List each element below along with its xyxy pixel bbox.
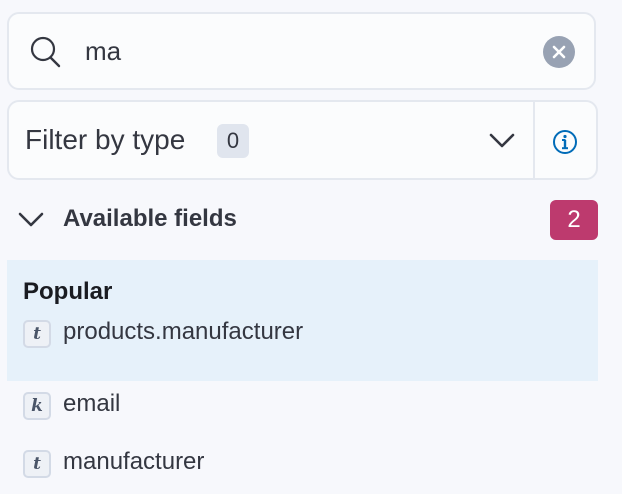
keyword-field-type-icon: k — [23, 392, 51, 420]
clear-icon — [552, 45, 566, 59]
popular-fields-group: Popular t products.manufacturer — [7, 260, 598, 381]
field-item[interactable]: k email — [23, 388, 583, 428]
chevron-down-icon — [489, 133, 515, 148]
available-fields-toggle[interactable]: Available fields 2 — [7, 198, 598, 240]
field-item[interactable]: t products.manufacturer — [23, 316, 583, 356]
filter-divider — [533, 102, 535, 178]
popular-title: Popular — [23, 278, 113, 305]
search-icon — [30, 36, 61, 68]
chevron-down-icon — [18, 212, 44, 227]
field-types-info-button[interactable] — [549, 126, 581, 158]
text-field-type-icon: t — [23, 320, 51, 348]
search-input[interactable] — [85, 28, 525, 74]
filter-by-type-button[interactable]: Filter by type 0 — [9, 102, 533, 178]
available-fields-count-badge: 2 — [550, 200, 598, 240]
filter-by-type-label: Filter by type — [25, 124, 186, 155]
text-field-type-icon: t — [23, 450, 51, 478]
field-name: manufacturer — [63, 448, 205, 475]
available-fields-title: Available fields — [63, 205, 237, 232]
filter-count-badge: 0 — [217, 124, 249, 158]
field-item[interactable]: t manufacturer — [23, 446, 583, 486]
search-field[interactable] — [7, 12, 596, 90]
clear-search-button[interactable] — [543, 36, 575, 68]
field-name: email — [63, 390, 121, 417]
filter-by-type-group: Filter by type 0 — [7, 100, 598, 180]
info-icon — [553, 130, 577, 154]
field-name: products.manufacturer — [63, 318, 304, 345]
